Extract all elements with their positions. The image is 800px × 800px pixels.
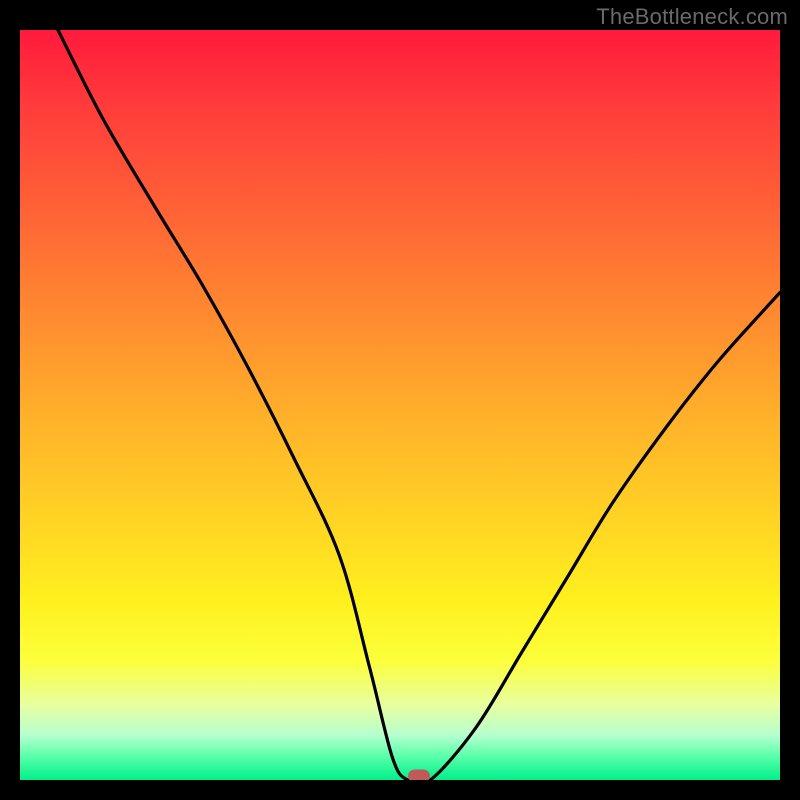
plot-area <box>20 30 780 780</box>
optimal-marker <box>408 770 430 781</box>
bottleneck-curve-path <box>58 30 780 780</box>
watermark-text: TheBottleneck.com <box>596 4 788 30</box>
chart-frame: TheBottleneck.com <box>0 0 800 800</box>
curve-layer <box>20 30 780 780</box>
